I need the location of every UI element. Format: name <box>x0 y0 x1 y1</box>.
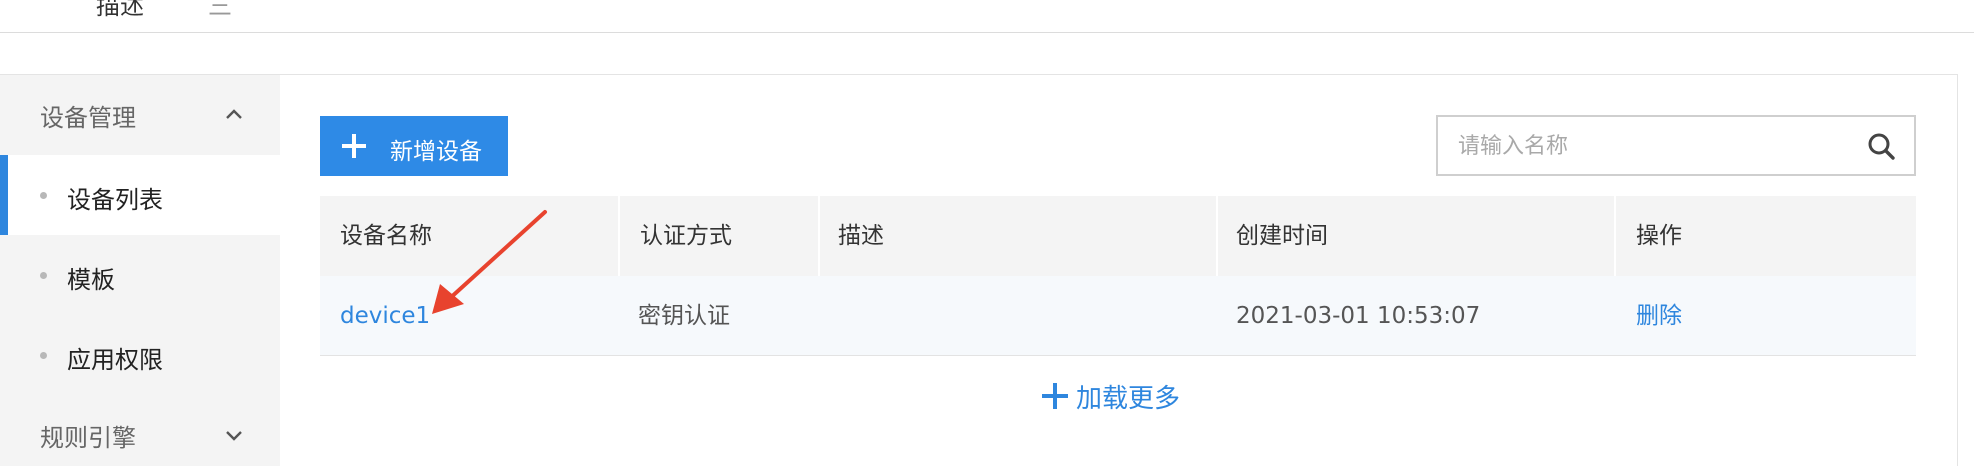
delete-link[interactable]: 删除 <box>1636 276 1682 356</box>
column-header-created-time: 创建时间 <box>1236 223 1328 249</box>
sidebar-item-template[interactable]: 模板 <box>0 235 280 315</box>
plus-icon <box>342 134 366 158</box>
sidebar-item-app-permissions[interactable]: 应用权限 <box>0 315 280 395</box>
column-header-auth-method: 认证方式 <box>640 223 732 249</box>
annotation-arrow-icon <box>432 210 547 314</box>
top-tab-strip: 描述 三 <box>0 0 1974 33</box>
bullet-icon <box>40 272 47 279</box>
chevron-up-icon <box>226 109 242 119</box>
add-device-button[interactable]: 新增设备 <box>320 116 508 176</box>
sidebar-item-label: 应用权限 <box>67 346 163 374</box>
search-input[interactable] <box>1458 129 1838 163</box>
top-tab-fragment-2[interactable]: 三 <box>208 0 232 21</box>
column-header-actions: 操作 <box>1636 223 1682 249</box>
load-more-label: 加载更多 <box>1076 383 1181 414</box>
column-header-description: 描述 <box>838 223 884 249</box>
bullet-icon <box>40 352 47 359</box>
add-device-label: 新增设备 <box>390 139 482 165</box>
search-box <box>1436 115 1916 176</box>
search-icon[interactable] <box>1866 131 1896 161</box>
sidebar-item-device-list[interactable]: 设备列表 <box>0 155 280 235</box>
top-tab-fragment[interactable]: 描述 <box>96 0 144 21</box>
sidebar-item-label: 模板 <box>67 266 115 294</box>
sidebar-group-label: 规则引擎 <box>40 423 136 452</box>
sidebar-group-label: 设备管理 <box>40 103 136 132</box>
plus-icon <box>1042 383 1068 409</box>
sidebar-group-device-management[interactable]: 设备管理 <box>0 75 280 155</box>
sidebar-item-label: 设备列表 <box>67 186 163 214</box>
auth-method-cell: 密钥认证 <box>638 303 730 329</box>
load-more-button[interactable]: 加载更多 <box>1040 376 1180 416</box>
active-indicator <box>0 155 8 235</box>
created-time-cell: 2021-03-01 10:53:07 <box>1236 303 1481 329</box>
bullet-icon <box>40 192 47 199</box>
sidebar: 设备管理 设备列表 模板 应用权限 规则引擎 <box>0 75 280 466</box>
sidebar-group-rule-engine[interactable]: 规则引擎 <box>0 395 280 475</box>
device-name-link[interactable]: device1 <box>340 276 430 356</box>
chevron-down-icon <box>226 431 242 441</box>
